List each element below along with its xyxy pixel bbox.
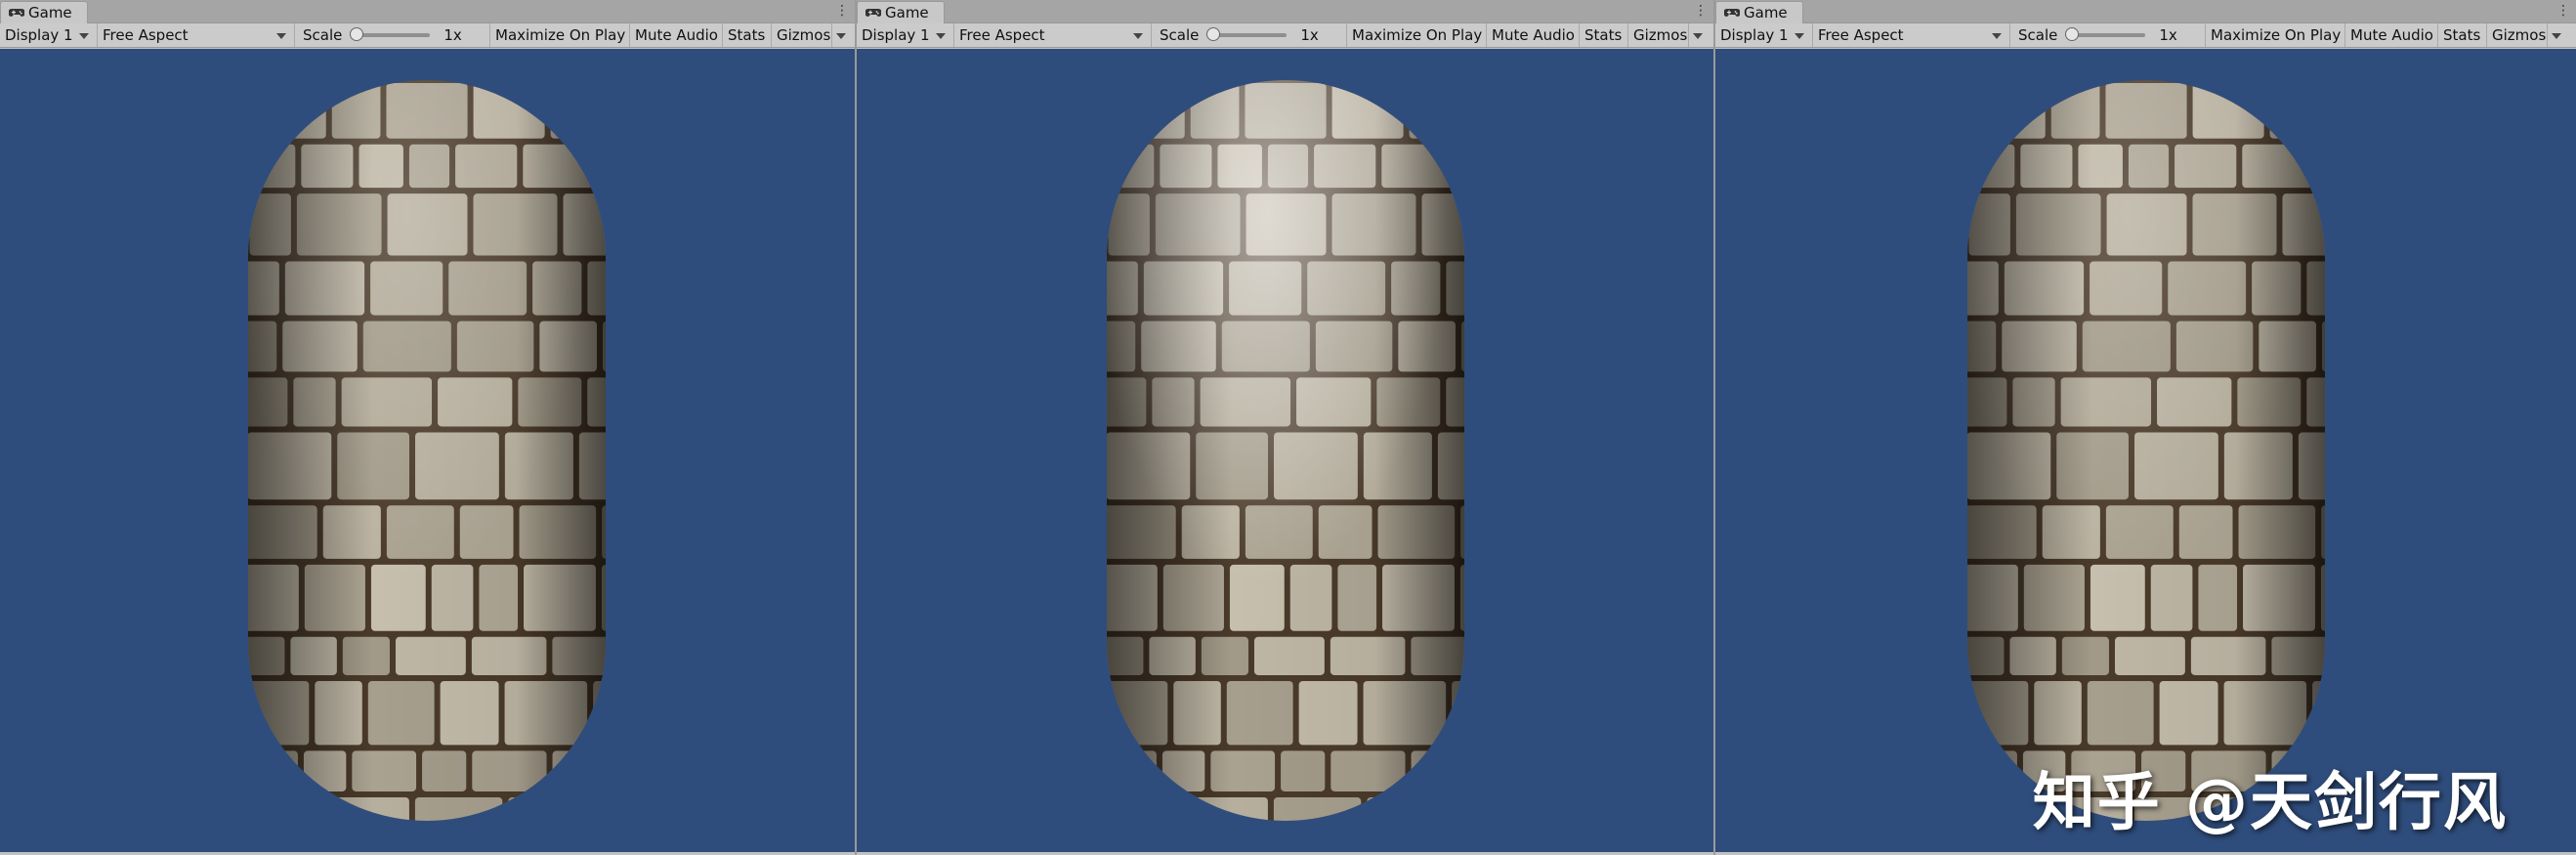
stone-capsule bbox=[248, 80, 606, 821]
aspect-label: Free Aspect bbox=[1818, 26, 1904, 44]
kebab-menu-icon[interactable]: ⋮ bbox=[2556, 3, 2570, 19]
scale-value: 1x bbox=[443, 26, 462, 44]
stats-label: Stats bbox=[2443, 26, 2481, 44]
display-dropdown[interactable]: Display 1 bbox=[1715, 23, 1813, 47]
scale-label: Scale bbox=[2018, 26, 2058, 44]
gamepad-icon bbox=[9, 9, 24, 17]
gizmos-label: Gizmos bbox=[777, 26, 831, 44]
scale-slider[interactable] bbox=[350, 27, 431, 41]
mute-label: Mute Audio bbox=[2350, 26, 2433, 44]
gizmos-button[interactable]: Gizmos bbox=[2487, 23, 2548, 47]
tab-bar: Game ⋮ bbox=[1715, 0, 2576, 23]
kebab-menu-icon[interactable]: ⋮ bbox=[835, 3, 849, 19]
tab-game[interactable]: Game bbox=[857, 1, 945, 23]
scale-slider-knob[interactable] bbox=[2065, 27, 2080, 41]
tab-label: Game bbox=[1744, 4, 1788, 21]
scale-slider-knob[interactable] bbox=[1206, 27, 1221, 41]
scale-control: Scale 1x bbox=[1152, 23, 1347, 47]
stone-capsule bbox=[1107, 80, 1464, 821]
tab-bar: Game ⋮ bbox=[857, 0, 1713, 23]
display-dropdown[interactable]: Display 1 bbox=[0, 23, 98, 47]
game-viewport[interactable] bbox=[857, 49, 1713, 852]
aspect-dropdown[interactable]: Free Aspect bbox=[1813, 23, 2010, 47]
mute-audio-button[interactable]: Mute Audio bbox=[1487, 23, 1580, 47]
mute-audio-button[interactable]: Mute Audio bbox=[2345, 23, 2438, 47]
maximize-on-play-button[interactable]: Maximize On Play bbox=[490, 23, 630, 47]
stone-capsule bbox=[1967, 80, 2325, 821]
gizmos-dropdown[interactable] bbox=[1689, 23, 1710, 47]
kebab-menu-icon[interactable]: ⋮ bbox=[1694, 3, 1708, 19]
gamepad-icon bbox=[1724, 9, 1740, 17]
gizmos-button[interactable]: Gizmos bbox=[772, 23, 832, 47]
mute-audio-button[interactable]: Mute Audio bbox=[630, 23, 723, 47]
display-label: Display 1 bbox=[5, 26, 73, 44]
stats-label: Stats bbox=[728, 26, 766, 44]
scale-value: 1x bbox=[1300, 26, 1319, 44]
display-dropdown[interactable]: Display 1 bbox=[857, 23, 954, 47]
game-toolbar: Display 1 Free Aspect Scale 1x Maximize … bbox=[857, 23, 1713, 48]
gizmos-label: Gizmos bbox=[1633, 26, 1688, 44]
game-toolbar: Display 1 Free Aspect Scale 1x Maximize … bbox=[0, 23, 855, 48]
aspect-dropdown[interactable]: Free Aspect bbox=[98, 23, 295, 47]
aspect-label: Free Aspect bbox=[103, 26, 189, 44]
game-viewport[interactable]: 知乎 @天剑行风 bbox=[1715, 49, 2576, 852]
game-panel-1: Game ⋮ Display 1 Free Aspect Scale 1x Ma… bbox=[0, 0, 857, 855]
maximize-label: Maximize On Play bbox=[1352, 26, 1483, 44]
tab-bar: Game ⋮ bbox=[0, 0, 855, 23]
scale-control: Scale 1x bbox=[2010, 23, 2206, 47]
stats-button[interactable]: Stats bbox=[1580, 23, 1628, 47]
scale-control: Scale 1x bbox=[295, 23, 490, 47]
scale-label: Scale bbox=[303, 26, 343, 44]
tab-label: Game bbox=[885, 4, 929, 21]
display-label: Display 1 bbox=[862, 26, 930, 44]
gizmos-button[interactable]: Gizmos bbox=[1628, 23, 1689, 47]
scale-slider-knob[interactable] bbox=[350, 27, 364, 41]
mute-label: Mute Audio bbox=[635, 26, 718, 44]
display-label: Display 1 bbox=[1720, 26, 1789, 44]
game-toolbar: Display 1 Free Aspect Scale 1x Maximize … bbox=[1715, 23, 2576, 48]
stats-button[interactable]: Stats bbox=[723, 23, 772, 47]
mute-label: Mute Audio bbox=[1492, 26, 1575, 44]
scale-slider[interactable] bbox=[2065, 27, 2146, 41]
game-panel-3: Game ⋮ Display 1 Free Aspect Scale 1x Ma… bbox=[1715, 0, 2576, 855]
maximize-on-play-button[interactable]: Maximize On Play bbox=[2206, 23, 2345, 47]
gamepad-icon bbox=[866, 9, 881, 17]
tab-game[interactable]: Game bbox=[0, 1, 88, 23]
maximize-on-play-button[interactable]: Maximize On Play bbox=[1347, 23, 1487, 47]
aspect-label: Free Aspect bbox=[959, 26, 1045, 44]
stats-button[interactable]: Stats bbox=[2438, 23, 2487, 47]
maximize-label: Maximize On Play bbox=[2211, 26, 2342, 44]
tab-game[interactable]: Game bbox=[1715, 1, 1803, 23]
stats-label: Stats bbox=[1584, 26, 1623, 44]
gizmos-label: Gizmos bbox=[2492, 26, 2547, 44]
gizmos-dropdown[interactable] bbox=[2548, 23, 2569, 47]
game-viewport[interactable] bbox=[0, 49, 855, 852]
scale-label: Scale bbox=[1160, 26, 1200, 44]
watermark-text: 知乎 @天剑行风 bbox=[2032, 767, 2508, 839]
tab-label: Game bbox=[28, 4, 72, 21]
aspect-dropdown[interactable]: Free Aspect bbox=[954, 23, 1152, 47]
gizmos-dropdown[interactable] bbox=[832, 23, 854, 47]
scale-slider[interactable] bbox=[1206, 27, 1288, 41]
maximize-label: Maximize On Play bbox=[495, 26, 626, 44]
scale-value: 1x bbox=[2159, 26, 2177, 44]
game-panel-2: Game ⋮ Display 1 Free Aspect Scale 1x Ma… bbox=[857, 0, 1715, 855]
